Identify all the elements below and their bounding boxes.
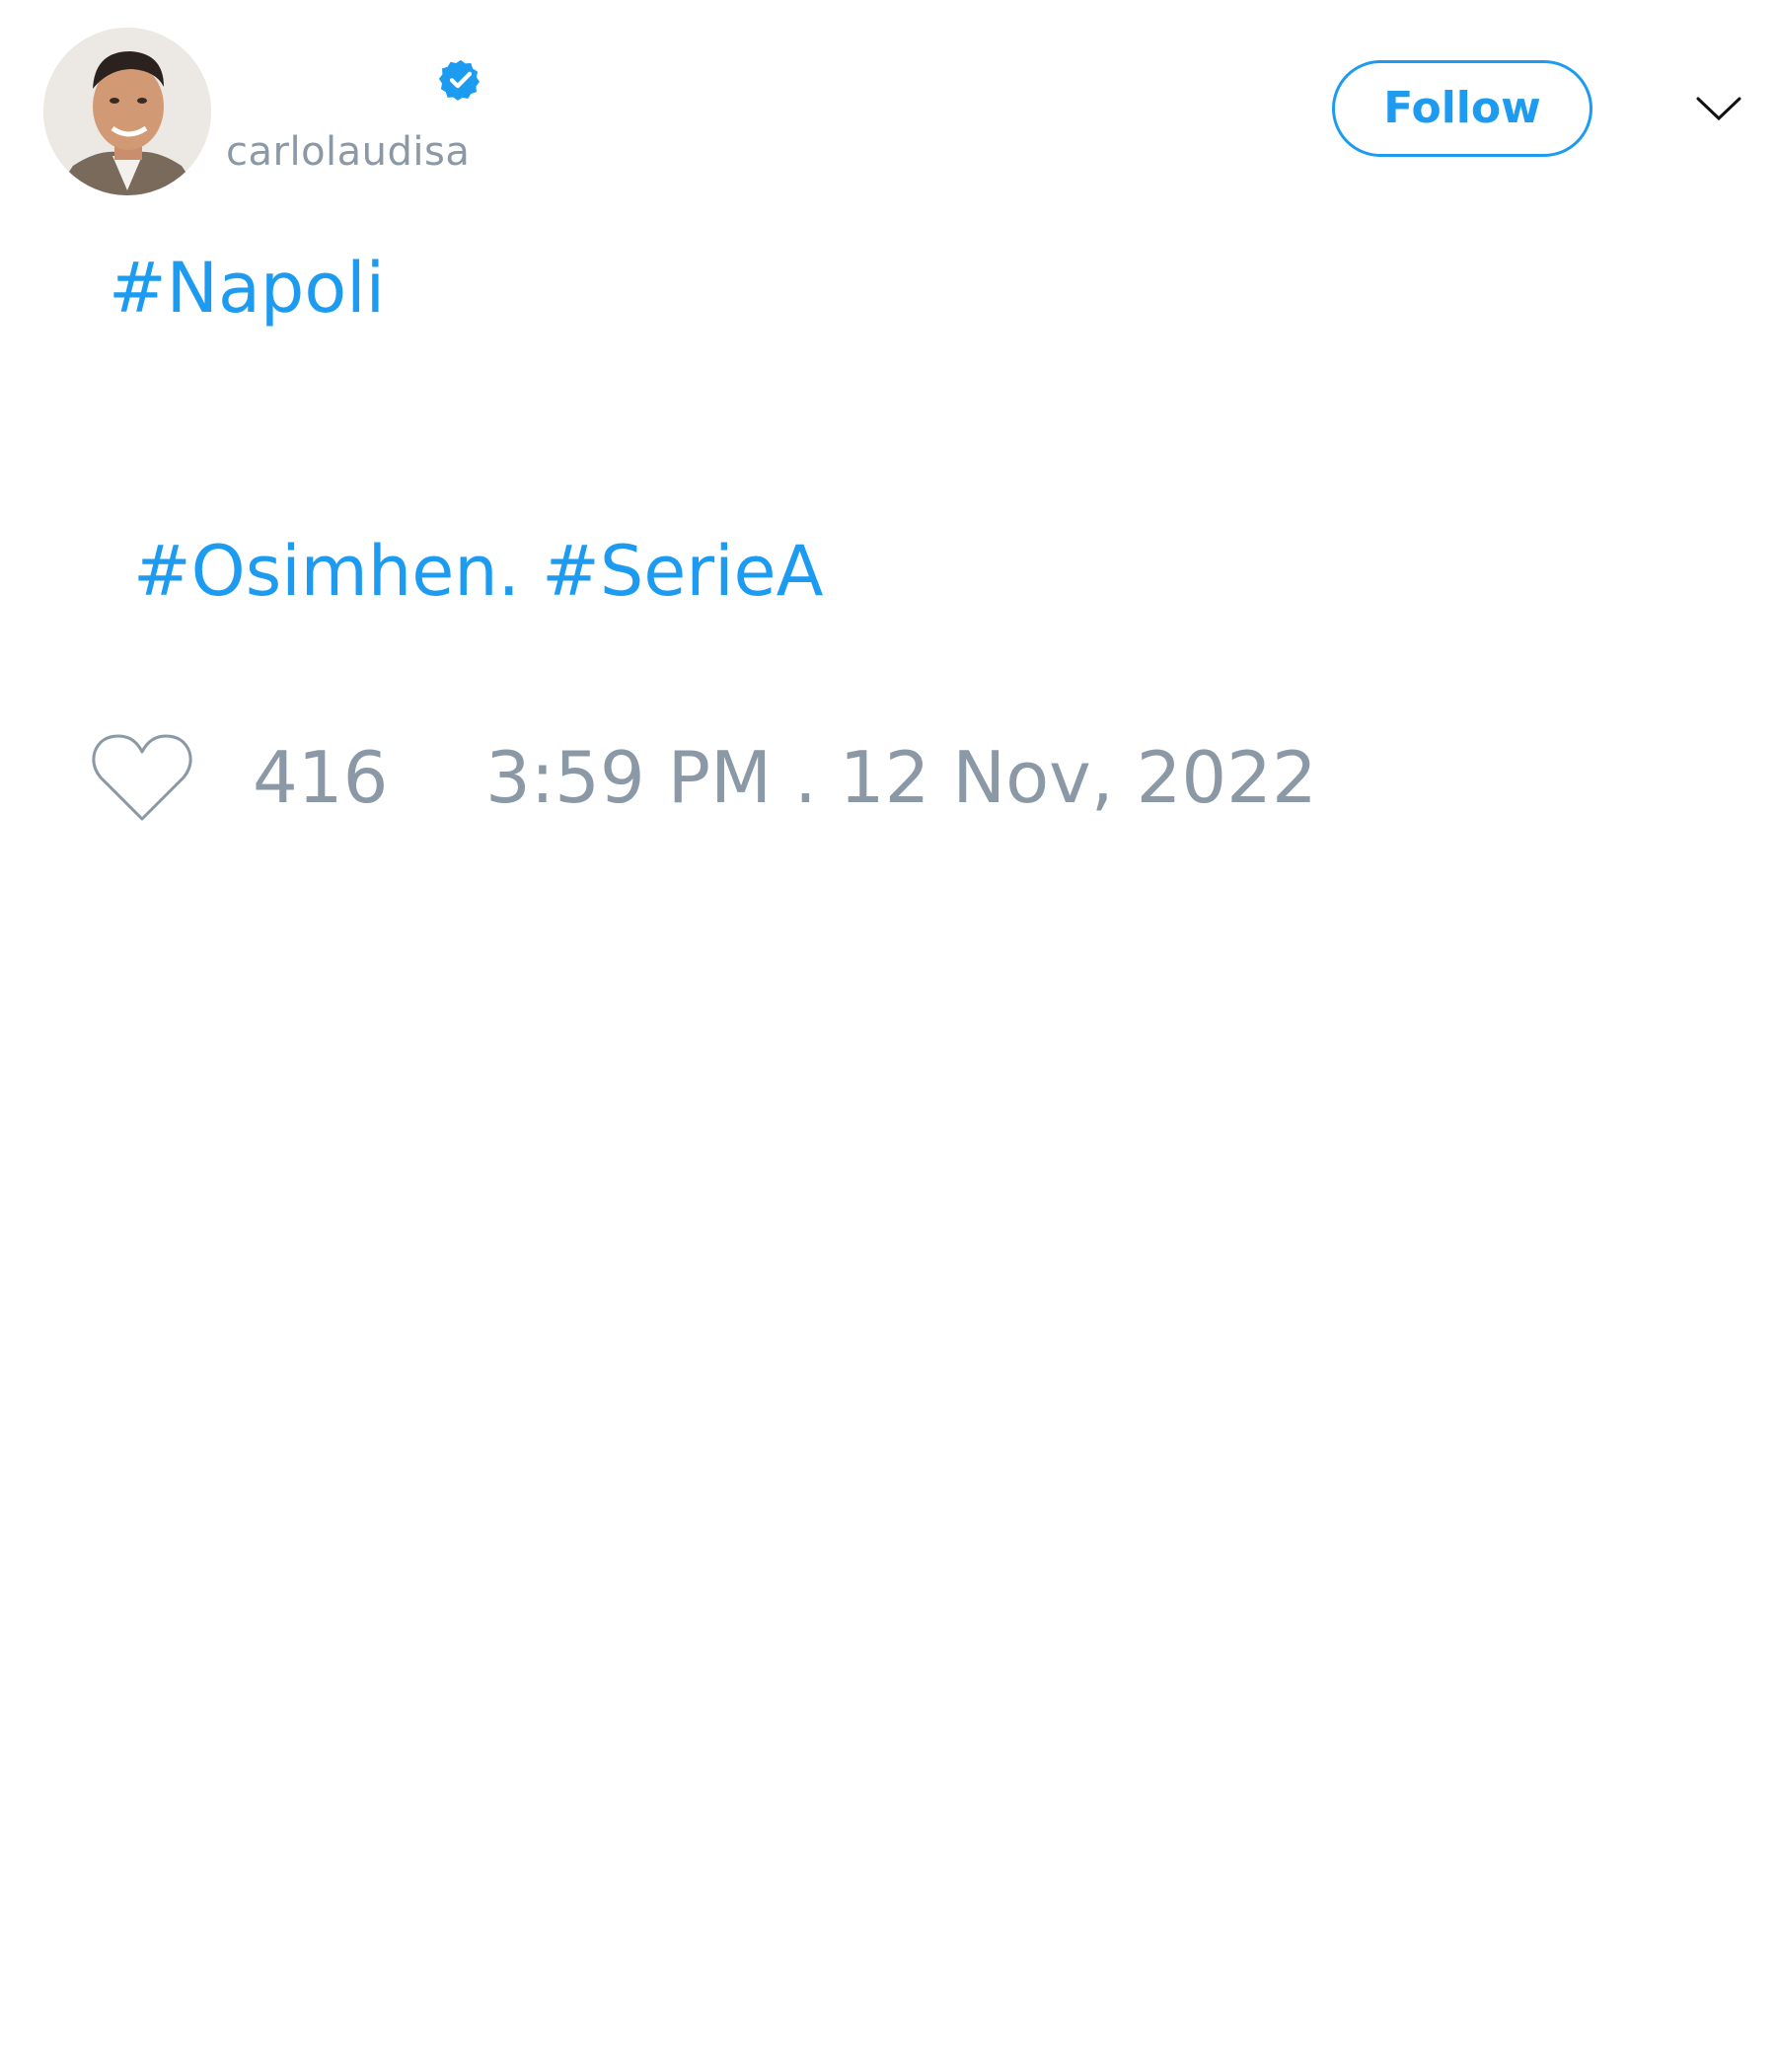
author-handle[interactable]: carlolaudisa — [226, 126, 470, 178]
like-count: 416 — [253, 736, 389, 819]
tweet-text-line-2: #Osimhen. #SerieA — [133, 530, 824, 613]
follow-button[interactable]: Follow — [1332, 60, 1592, 157]
hashtag-osimhen[interactable]: #Osimhen. — [133, 531, 520, 612]
verified-badge-icon — [438, 59, 480, 101]
chevron-down-icon[interactable] — [1695, 95, 1742, 124]
tweet-text-line-1: #Napoli — [109, 247, 385, 330]
heart-icon[interactable] — [91, 732, 193, 823]
avatar[interactable] — [43, 28, 211, 195]
tweet-card: carlolaudisa Follow #Napoli #Osimhen. #S… — [0, 0, 1776, 2072]
hashtag-napoli[interactable]: #Napoli — [109, 248, 385, 329]
hashtag-seriea[interactable]: #SerieA — [542, 531, 823, 612]
avatar-photo — [43, 28, 211, 195]
tweet-timestamp[interactable]: 3:59 PM . 12 Nov, 2022 — [485, 734, 1317, 821]
